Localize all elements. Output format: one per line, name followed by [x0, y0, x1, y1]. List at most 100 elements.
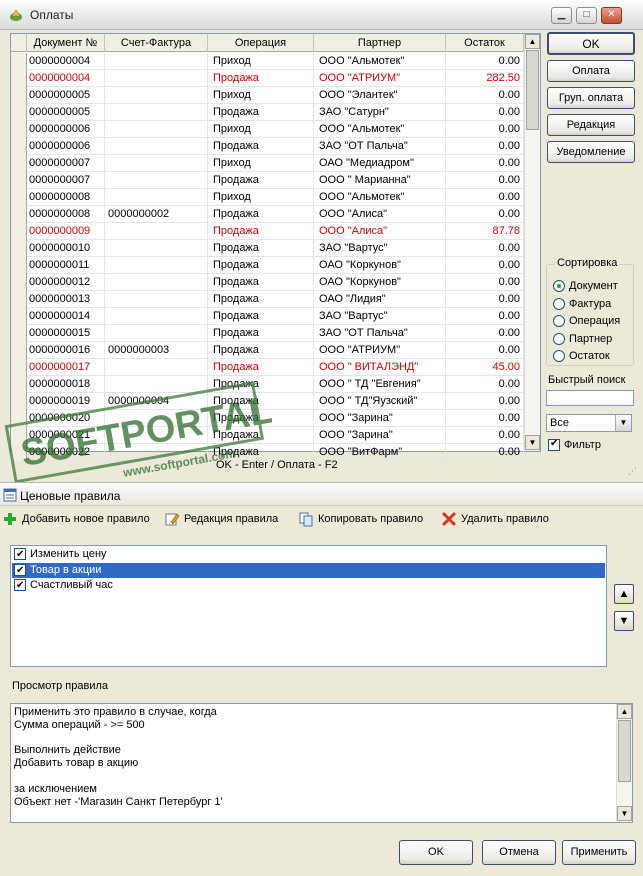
table-row[interactable]: 0000000020 Продажа ООО "Зарина" 0.00 [11, 410, 526, 427]
sort-option[interactable]: Фактура [553, 297, 611, 311]
minimize-button[interactable]: ▁ [551, 7, 572, 24]
table-row[interactable]: 0000000006 Приход ООО "Альмотек" 0.00 [11, 121, 526, 138]
cell-document: 0000000011 [27, 257, 105, 274]
payment-button[interactable]: Оплата [547, 60, 635, 82]
edit-button[interactable]: Редакция [547, 114, 635, 136]
quick-search-input[interactable] [546, 390, 634, 406]
cell-invoice: 0000000004 [105, 393, 208, 410]
column-header-operation[interactable]: Операция [208, 34, 314, 52]
table-row[interactable]: 0000000019 0000000004 Продажа ООО " ТД"Яузс… [11, 393, 526, 410]
rules-list[interactable]: Изменить цену Товар в акции Счастливый час [10, 545, 607, 667]
table-row[interactable]: 0000000007 Продажа ООО " Марианна" 0.00 [11, 172, 526, 189]
sort-option[interactable]: Операция [553, 314, 620, 328]
resize-grip-icon[interactable]: ⋰ [628, 466, 640, 478]
delete-rule-label: Удалить правило [461, 513, 549, 525]
radio-icon[interactable] [553, 280, 565, 293]
group-payment-button[interactable]: Груп. оплата [547, 87, 635, 109]
table-row[interactable]: 0000000013 Продажа ОАО "Лидия" 0.00 [11, 291, 526, 308]
filter-checkbox[interactable]: Фильтр [548, 438, 601, 452]
column-header-document[interactable]: Документ № [27, 34, 105, 52]
cell-invoice [105, 291, 208, 308]
sort-option-label: Фактура [569, 297, 612, 310]
column-header-partner[interactable]: Партнер [314, 34, 446, 52]
table-row[interactable]: 0000000012 Продажа ОАО "Коркунов" 0.00 [11, 274, 526, 291]
cell-balance: 0.00 [446, 189, 524, 206]
cell-document: 0000000005 [27, 87, 105, 104]
list-item[interactable]: Изменить цену [12, 547, 605, 562]
table-row[interactable]: 0000000015 Продажа ЗАО "ОТ Пальча" 0.00 [11, 325, 526, 342]
scroll-down-arrow[interactable]: ▼ [617, 806, 632, 821]
cell-partner: ООО "Зарина" [314, 410, 446, 427]
radio-icon[interactable] [553, 315, 565, 328]
delete-x-icon [442, 512, 456, 526]
cell-balance: 0.00 [446, 121, 524, 138]
copy-rule-button[interactable]: Копировать правило [298, 511, 423, 527]
payments-table[interactable]: Документ № Счет-Фактура Операция Партнер… [10, 33, 541, 461]
cell-invoice [105, 427, 208, 444]
table-row[interactable]: 0000000008 0000000002 Продажа ООО "Алиса" 0.… [11, 206, 526, 223]
rules-ok-button[interactable]: OK [399, 840, 473, 865]
scroll-thumb[interactable] [526, 50, 539, 130]
column-header-balance[interactable]: Остаток [446, 34, 524, 52]
radio-icon[interactable] [553, 297, 565, 310]
table-row[interactable]: 0000000014 Продажа ЗАО "Вартус" 0.00 [11, 308, 526, 325]
filter-check-icon[interactable] [548, 438, 560, 452]
table-row[interactable]: 0000000008 Приход ООО "Альмотек" 0.00 [11, 189, 526, 206]
cell-operation: Продажа [208, 308, 314, 325]
rules-cancel-button[interactable]: Отмена [482, 840, 556, 865]
sort-option[interactable]: Партнер [553, 332, 612, 346]
notification-button[interactable]: Уведомление [547, 141, 635, 163]
scroll-down-arrow[interactable]: ▼ [525, 435, 540, 450]
table-row[interactable]: 0000000004 Продажа ООО "АТРИУМ" 282.50 [11, 70, 526, 87]
radio-icon[interactable] [553, 350, 565, 363]
table-row[interactable]: 0000000007 Приход ОАО "Медиадром" 0.00 [11, 155, 526, 172]
table-row[interactable]: 0000000005 Приход ООО "Элантек" 0.00 [11, 87, 526, 104]
rule-view-scrollbar[interactable]: ▲ ▼ [616, 704, 632, 822]
ok-button[interactable]: OK [547, 32, 635, 55]
add-rule-button[interactable]: Добавить новое правило [2, 511, 150, 527]
table-row[interactable]: 0000000004 Приход ООО "Альмотек" 0.00 [11, 53, 526, 70]
radio-icon[interactable] [553, 332, 565, 345]
table-scrollbar[interactable]: ▲ ▼ [524, 34, 540, 451]
move-down-button[interactable]: ▼ [614, 611, 634, 631]
sort-option[interactable]: Документ [553, 279, 618, 293]
delete-rule-button[interactable]: Удалить правило [441, 511, 549, 527]
cell-operation: Продажа [208, 291, 314, 308]
rules-apply-button[interactable]: Применить [562, 840, 636, 865]
cell-partner: ООО "Элантек" [314, 87, 446, 104]
table-row[interactable]: 0000000021 Продажа ООО "Зарина" 0.00 [11, 427, 526, 444]
table-row[interactable]: 0000000011 Продажа ОАО "Коркунов" 0.00 [11, 257, 526, 274]
move-up-button[interactable]: ▲ [614, 584, 634, 604]
chevron-down-icon[interactable]: ▼ [615, 415, 631, 431]
maximize-button[interactable]: □ [576, 7, 597, 24]
status-hint: OK - Enter / Оплата - F2 [216, 459, 338, 471]
table-row[interactable]: 0000000016 0000000003 Продажа ООО "АТРИУМ" 0… [11, 342, 526, 359]
table-row[interactable]: 0000000005 Продажа ЗАО "Сатурн" 0.00 [11, 104, 526, 121]
table-row[interactable]: 0000000010 Продажа ЗАО "Вартус" 0.00 [11, 240, 526, 257]
cell-invoice [105, 444, 208, 461]
table-row[interactable]: 0000000009 Продажа ООО "Алиса" 87.78 [11, 223, 526, 240]
checkbox-icon[interactable] [14, 547, 26, 562]
scroll-up-arrow[interactable]: ▲ [617, 704, 632, 719]
checkbox-icon[interactable] [14, 578, 26, 593]
checkbox-icon[interactable] [14, 563, 26, 578]
list-item[interactable]: Товар в акции [12, 562, 605, 578]
sort-option[interactable]: Остаток [553, 349, 610, 363]
close-button[interactable]: ✕ [601, 7, 622, 24]
row-indicator-header [11, 34, 27, 52]
rule-view-text[interactable]: Применить это правило в случае, когда Сум… [10, 703, 633, 823]
table-row[interactable]: 0000000017 Продажа ООО " ВИТАЛЭНД" 45.00 [11, 359, 526, 376]
table-row[interactable]: 0000000018 Продажа ООО " ТД "Евгения" 0.00 [11, 376, 526, 393]
list-item[interactable]: Счастливый час [12, 578, 605, 593]
filter-select[interactable]: Все ▼ [546, 414, 632, 432]
price-rules-titlebar: Ценовые правила [0, 482, 643, 506]
scroll-up-arrow[interactable]: ▲ [525, 34, 540, 49]
cell-invoice [105, 70, 208, 87]
column-header-invoice[interactable]: Счет-Фактура [105, 34, 208, 52]
cell-document: 0000000019 [27, 393, 105, 410]
scroll-thumb[interactable] [618, 720, 631, 782]
table-row[interactable]: 0000000006 Продажа ЗАО "ОТ Пальча" 0.00 [11, 138, 526, 155]
filter-label: Фильтр [564, 439, 601, 451]
edit-rule-button[interactable]: Редакция правила [164, 511, 278, 527]
cell-partner: ОАО "Коркунов" [314, 274, 446, 291]
